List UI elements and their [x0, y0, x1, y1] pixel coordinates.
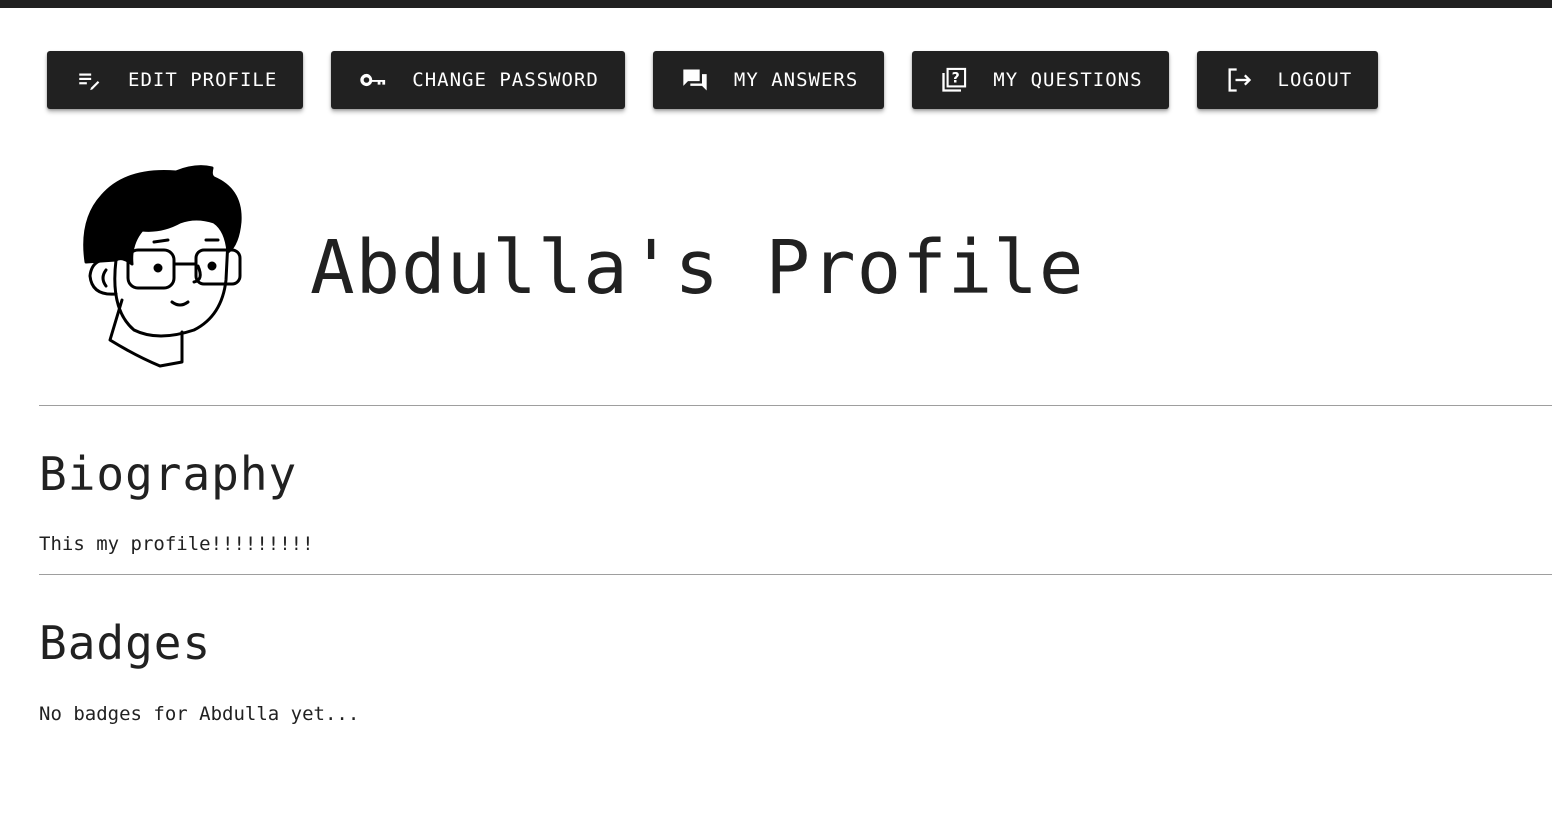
divider — [39, 405, 1552, 406]
badges-text: No badges for Abdulla yet... — [39, 703, 360, 725]
divider — [39, 574, 1552, 575]
forum-icon — [681, 66, 709, 94]
logout-icon — [1225, 66, 1253, 94]
badges-heading: Badges — [39, 616, 212, 670]
my-questions-button[interactable]: ? MY QUESTIONS — [912, 51, 1169, 109]
my-answers-button[interactable]: MY ANSWERS — [652, 51, 885, 109]
change-password-label: CHANGE PASSWORD — [412, 69, 599, 91]
my-questions-label: MY QUESTIONS — [993, 69, 1143, 91]
edit-profile-button[interactable]: EDIT PROFILE — [47, 51, 304, 109]
edit-profile-label: EDIT PROFILE — [128, 69, 278, 91]
logout-button[interactable]: LOGOUT — [1196, 51, 1379, 109]
key-icon — [359, 66, 387, 94]
quiz-icon: ? — [940, 66, 968, 94]
top-app-bar — [0, 0, 1552, 8]
edit-note-icon — [75, 66, 103, 94]
page-title: Abdulla's Profile — [310, 225, 1085, 311]
biography-heading: Biography — [39, 447, 298, 501]
biography-text: This my profile!!!!!!!!! — [39, 533, 314, 555]
avatar — [76, 160, 252, 372]
profile-actions-toolbar: EDIT PROFILE CHANGE PASSWORD MY ANSWERS … — [47, 51, 1379, 109]
change-password-button[interactable]: CHANGE PASSWORD — [331, 51, 625, 109]
my-answers-label: MY ANSWERS — [733, 69, 859, 91]
logout-label: LOGOUT — [1277, 69, 1353, 91]
svg-text:?: ? — [952, 70, 961, 86]
